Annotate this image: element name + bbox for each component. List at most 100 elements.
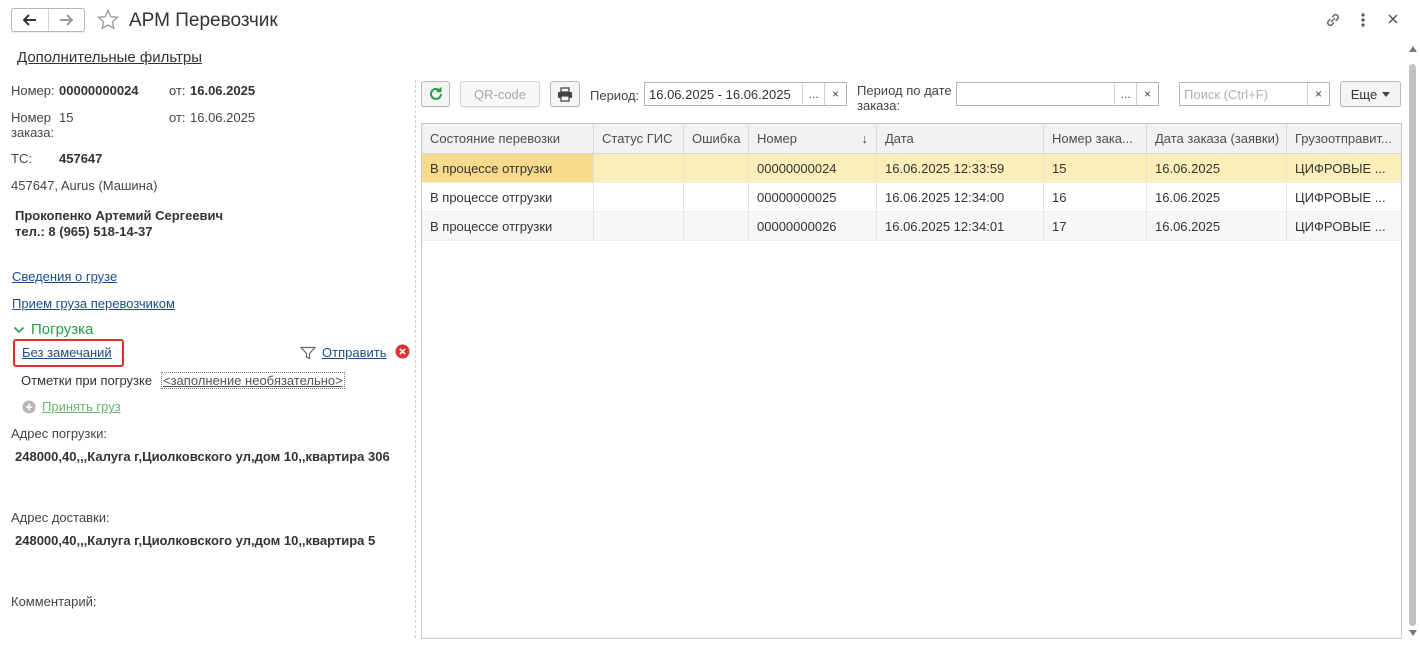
send-action[interactable]: Отправить xyxy=(300,345,386,360)
qr-code-button[interactable]: QR-code xyxy=(460,81,540,107)
table-cell[interactable]: 16.06.2025 12:33:59 xyxy=(877,154,1044,182)
column-header[interactable]: Состояние перевозки xyxy=(422,124,594,153)
sort-down-icon: ↓ xyxy=(861,131,869,146)
table-cell[interactable]: 16.06.2025 12:34:01 xyxy=(877,212,1044,240)
panel-separator xyxy=(415,80,416,638)
table-cell[interactable]: 17 xyxy=(1044,212,1147,240)
column-header[interactable]: Статус ГИС xyxy=(594,124,684,153)
link-button[interactable] xyxy=(1324,11,1342,32)
favorite-button[interactable] xyxy=(96,8,120,35)
close-window-button[interactable] xyxy=(1386,12,1400,29)
print-button[interactable] xyxy=(550,81,580,107)
remove-button[interactable] xyxy=(395,344,410,362)
column-header[interactable]: Дата xyxy=(877,124,1044,153)
column-header[interactable]: Номер зака... xyxy=(1044,124,1147,153)
delivery-address-value: 248000,40,,,Калуга г,Циолковского ул,дом… xyxy=(15,533,376,548)
delivery-address-label: Адрес доставки: xyxy=(11,510,110,525)
refresh-button[interactable] xyxy=(421,81,450,107)
number-date-value: 16.06.2025 xyxy=(190,83,256,98)
vertical-scrollbar[interactable] xyxy=(1407,44,1419,638)
table-cell[interactable] xyxy=(594,183,684,211)
navigation-buttons xyxy=(11,8,85,32)
scroll-up-icon xyxy=(1409,46,1417,52)
more-menu-button[interactable] xyxy=(1356,11,1370,32)
scroll-down-icon xyxy=(1409,630,1417,636)
column-header[interactable]: Грузоотправит... xyxy=(1287,124,1401,153)
table-cell[interactable] xyxy=(594,154,684,182)
additional-filters-link[interactable]: Дополнительные фильтры xyxy=(17,49,202,66)
period-value[interactable]: 16.06.2025 - 16.06.2025 xyxy=(645,83,802,105)
table-cell[interactable]: В процессе отгрузки xyxy=(422,183,594,211)
table-row[interactable]: В процессе отгрузки 00000000026 16.06.20… xyxy=(422,212,1401,241)
loading-address-value: 248000,40,,,Калуга г,Циолковского ул,дом… xyxy=(15,449,390,464)
printer-icon xyxy=(558,86,572,102)
table-cell[interactable]: ЦИФРОВЫЕ ... xyxy=(1287,154,1401,182)
table-cell[interactable] xyxy=(684,212,749,240)
table-row[interactable]: В процессе отгрузки 00000000024 16.06.20… xyxy=(422,154,1401,183)
loading-group-title: Погрузка xyxy=(31,321,94,338)
table-row[interactable]: В процессе отгрузки 00000000025 16.06.20… xyxy=(422,183,1401,212)
vehicle-value: 457647 xyxy=(59,151,103,166)
chevron-down-icon xyxy=(13,326,25,333)
period-select-button[interactable]: ... xyxy=(802,83,824,105)
table-cell[interactable]: 00000000026 xyxy=(749,212,877,240)
period-field[interactable]: 16.06.2025 - 16.06.2025 ... × xyxy=(644,82,847,106)
search-input[interactable]: Поиск (Ctrl+F) xyxy=(1180,83,1307,105)
table-cell[interactable] xyxy=(684,183,749,211)
period-label: Период: xyxy=(590,88,640,103)
accept-cargo-action[interactable]: Принять груз xyxy=(22,399,121,414)
arrow-left-icon xyxy=(22,14,36,26)
number-date-label: от: xyxy=(169,83,186,98)
table-cell[interactable] xyxy=(684,154,749,182)
cargo-accept-link[interactable]: Прием груза перевозчиком xyxy=(12,296,175,311)
table-cell[interactable]: ЦИФРОВЫЕ ... xyxy=(1287,183,1401,211)
column-header-number[interactable]: Номер ↓ xyxy=(749,124,877,153)
driver-name: Прокопенко Артемий Сергеевич xyxy=(15,208,224,223)
table-cell[interactable]: 16.06.2025 xyxy=(1147,212,1287,240)
refresh-icon xyxy=(429,87,442,100)
link-icon xyxy=(1327,13,1339,27)
table-cell[interactable]: 16.06.2025 12:34:00 xyxy=(877,183,1044,211)
table-cell[interactable]: 16.06.2025 xyxy=(1147,183,1287,211)
more-button[interactable]: Еще xyxy=(1340,81,1401,107)
number-label: Номер: xyxy=(11,83,55,98)
period-clear-button[interactable]: × xyxy=(824,83,846,105)
accept-cargo-link[interactable]: Принять груз xyxy=(42,399,121,414)
period-by-order-field[interactable]: ... × xyxy=(956,82,1159,106)
plus-circle-icon xyxy=(22,400,36,413)
star-icon xyxy=(96,8,120,30)
table-cell[interactable]: В процессе отгрузки xyxy=(422,154,594,182)
cargo-info-link[interactable]: Сведения о грузе xyxy=(12,269,117,284)
scrollbar-thumb[interactable] xyxy=(1409,64,1416,626)
period-by-order-value[interactable] xyxy=(957,83,1114,105)
column-header[interactable]: Дата заказа (заявки) xyxy=(1147,124,1287,153)
number-value: 00000000024 xyxy=(59,83,139,98)
send-link[interactable]: Отправить xyxy=(322,345,386,360)
search-clear-button[interactable]: × xyxy=(1307,83,1329,105)
table-cell[interactable]: 15 xyxy=(1044,154,1147,182)
table-cell[interactable]: 00000000024 xyxy=(749,154,877,182)
comment-label: Комментарий: xyxy=(11,594,97,609)
back-button[interactable] xyxy=(12,9,48,31)
shipments-table[interactable]: Состояние перевозки Статус ГИС Ошибка Но… xyxy=(421,123,1402,639)
table-cell[interactable] xyxy=(594,212,684,240)
order-date-value: 16.06.2025 xyxy=(190,110,256,125)
table-cell[interactable]: В процессе отгрузки xyxy=(422,212,594,240)
arrow-right-icon xyxy=(60,14,74,26)
forward-button[interactable] xyxy=(47,9,85,31)
marks-input[interactable]: <заполнение необязательно> xyxy=(161,372,345,389)
table-cell[interactable]: ЦИФРОВЫЕ ... xyxy=(1287,212,1401,240)
column-header[interactable]: Ошибка xyxy=(684,124,749,153)
table-cell[interactable]: 16.06.2025 xyxy=(1147,154,1287,182)
table-cell[interactable]: 00000000025 xyxy=(749,183,877,211)
marks-label: Отметки при погрузке xyxy=(21,373,153,388)
no-remarks-link[interactable]: Без замечаний xyxy=(22,345,112,360)
period-by-order-clear-button[interactable]: × xyxy=(1136,83,1158,105)
loading-group-header[interactable]: Погрузка xyxy=(13,321,93,338)
period-by-order-select-button[interactable]: ... xyxy=(1114,83,1136,105)
order-value: 15 xyxy=(59,110,74,125)
close-circle-icon xyxy=(395,344,410,359)
table-cell[interactable]: 16 xyxy=(1044,183,1147,211)
close-icon xyxy=(1388,14,1398,24)
search-field[interactable]: Поиск (Ctrl+F) × xyxy=(1179,82,1330,106)
